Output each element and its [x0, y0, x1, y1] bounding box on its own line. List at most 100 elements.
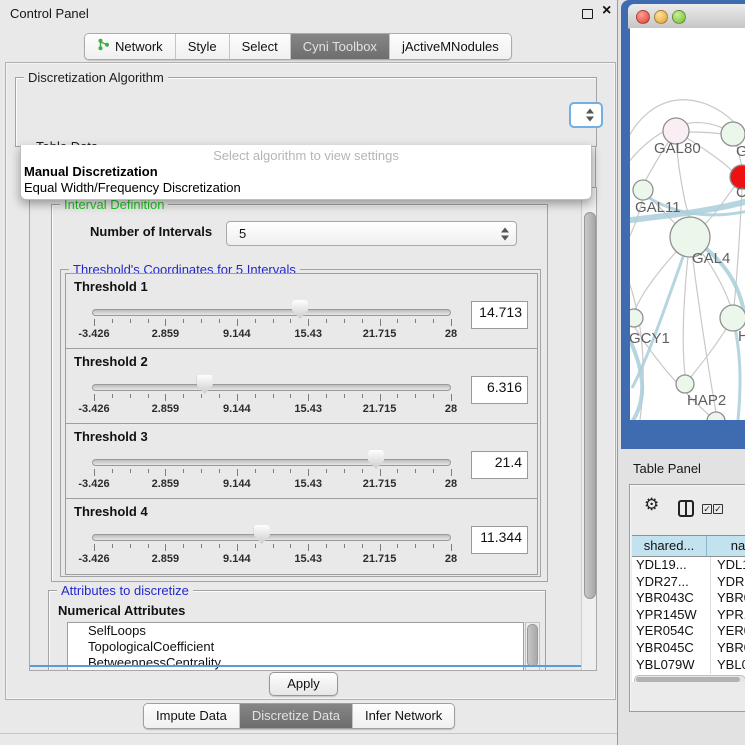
tab-select[interactable]: Select: [229, 34, 290, 59]
tick-mark: [219, 319, 220, 323]
popup-option-equal-width[interactable]: Equal Width/Frequency Discretization: [24, 180, 241, 195]
tick-mark: [201, 394, 202, 398]
tick-label: 9.144: [212, 328, 262, 340]
tick-mark: [112, 319, 113, 323]
stepper-icon: [586, 109, 594, 122]
tab-network[interactable]: Network: [85, 34, 175, 59]
table-row[interactable]: YBR045CYBR0: [632, 640, 745, 657]
attributes-group: Attributes to discretize Numerical Attri…: [48, 590, 546, 671]
discretization-algorithm-label: Discretization Algorithm: [24, 70, 168, 85]
table-row[interactable]: YBL079WYBL0: [632, 657, 745, 674]
table-row[interactable]: YDR27...YDR2: [632, 574, 745, 591]
panel-vertical-scrollbar[interactable]: [581, 188, 597, 670]
tick-label: 2.859: [140, 478, 190, 490]
gear-icon[interactable]: ⚙: [644, 497, 659, 514]
cell-shared-name: YBR045C: [632, 640, 711, 657]
network-node[interactable]: [633, 180, 653, 200]
scrollbar-thumb[interactable]: [527, 624, 538, 667]
tick-label: 28: [426, 403, 476, 415]
list-item[interactable]: SelfLoops: [68, 623, 523, 639]
network-node[interactable]: [630, 309, 643, 327]
list-item[interactable]: TopologicalCoefficient: [68, 639, 523, 655]
table-row[interactable]: YLR345WYLR3: [632, 673, 745, 674]
table-row[interactable]: YBR043CYBR0: [632, 590, 745, 607]
scrollbar-thumb[interactable]: [584, 212, 596, 599]
network-node[interactable]: [676, 375, 694, 393]
tab-impute-data[interactable]: Impute Data: [144, 704, 239, 728]
tick-mark: [344, 469, 345, 473]
threshold-slider-track[interactable]: [92, 534, 451, 541]
interval-definition-group: Interval Definition Number of Intervals …: [51, 204, 548, 582]
node-label: HAP2: [687, 392, 726, 409]
tick-label: 15.43: [283, 403, 333, 415]
float-panel-icon[interactable]: [582, 9, 593, 19]
tick-mark: [415, 469, 416, 473]
threshold-value-field[interactable]: 21.4: [471, 451, 528, 479]
tab-jactivemnodules[interactable]: jActiveMNodules: [389, 34, 511, 59]
column-header-shared-name[interactable]: shared...: [632, 536, 707, 557]
tick-mark: [397, 469, 398, 473]
tick-label: 15.43: [283, 328, 333, 340]
tab-label: Impute Data: [156, 708, 227, 723]
table-horizontal-scrollbar[interactable]: [634, 675, 745, 682]
tick-label: 21.715: [355, 328, 405, 340]
threshold-value-field[interactable]: 14.713: [471, 301, 528, 329]
tick-mark: [344, 544, 345, 548]
threshold-slider-thumb[interactable]: [368, 450, 384, 469]
threshold-slider-thumb[interactable]: [254, 525, 270, 544]
threshold-slider-thumb[interactable]: [197, 375, 213, 394]
attributes-list-scrollbar[interactable]: [525, 622, 540, 671]
tick-mark: [255, 319, 256, 323]
table-row[interactable]: YDL19...YDL1: [632, 557, 745, 574]
threshold-slider-track[interactable]: [92, 384, 451, 391]
tick-mark: [219, 469, 220, 473]
zoom-traffic-light-icon[interactable]: [672, 10, 686, 24]
attributes-group-label: Attributes to discretize: [57, 583, 193, 598]
network-node[interactable]: [707, 412, 725, 420]
checkbox-icon[interactable]: ✓: [713, 504, 723, 514]
close-traffic-light-icon[interactable]: [636, 10, 650, 24]
list-item[interactable]: BetweennessCentrality: [68, 655, 523, 671]
cyni-toolbox-panel: Discretization Algorithm Table Data galF…: [5, 62, 616, 700]
tick-mark: [433, 469, 434, 473]
numerical-attributes-label: Numerical Attributes: [58, 603, 185, 618]
close-icon[interactable]: ×: [602, 2, 611, 20]
column-header-name[interactable]: name: [707, 536, 745, 557]
tick-mark: [112, 394, 113, 398]
tick-mark: [451, 469, 452, 476]
tab-cyni-toolbox[interactable]: Cyni Toolbox: [290, 34, 389, 59]
network-canvas[interactable]: GAL80GACGAL11GAL4GCY1HHAP2: [630, 28, 745, 420]
apply-button[interactable]: Apply: [269, 672, 338, 696]
number-of-intervals-combobox[interactable]: 5: [226, 221, 517, 246]
threshold-value-field[interactable]: 11.344: [471, 526, 528, 554]
tick-mark: [344, 319, 345, 323]
table-row[interactable]: YPR145WYPR1: [632, 607, 745, 624]
tab-style[interactable]: Style: [175, 34, 229, 59]
algorithm-combobox[interactable]: [569, 102, 603, 128]
tab-infer-network[interactable]: Infer Network: [352, 704, 454, 728]
tick-mark: [219, 394, 220, 398]
tick-mark: [237, 319, 238, 326]
tab-discretize-data[interactable]: Discretize Data: [239, 704, 352, 728]
threshold-value-field[interactable]: 6.316: [471, 376, 528, 404]
threshold-label: Threshold 1: [74, 279, 148, 294]
network-icon: [97, 38, 110, 54]
tick-mark: [397, 544, 398, 548]
table-row[interactable]: YER054CYER0: [632, 623, 745, 640]
cell-shared-name: YDL19...: [632, 557, 711, 574]
popup-option-manual[interactable]: Manual Discretization: [24, 164, 158, 179]
checkbox-icon[interactable]: ✓: [702, 504, 712, 514]
scrollbar-thumb[interactable]: [636, 677, 740, 682]
minimize-traffic-light-icon[interactable]: [654, 10, 668, 24]
columns-icon[interactable]: [678, 500, 694, 517]
tick-mark: [219, 544, 220, 548]
threshold-slider-track[interactable]: [92, 309, 451, 316]
threshold-slider-track[interactable]: [92, 459, 451, 466]
tick-mark: [433, 394, 434, 398]
numerical-attributes-list[interactable]: SelfLoopsTopologicalCoefficientBetweenne…: [67, 622, 524, 671]
tick-mark: [165, 394, 166, 401]
network-window-titlebar[interactable]: [628, 4, 745, 29]
threshold-slider-thumb[interactable]: [292, 300, 308, 319]
tick-label: 21.715: [355, 553, 405, 565]
tick-mark: [290, 319, 291, 323]
